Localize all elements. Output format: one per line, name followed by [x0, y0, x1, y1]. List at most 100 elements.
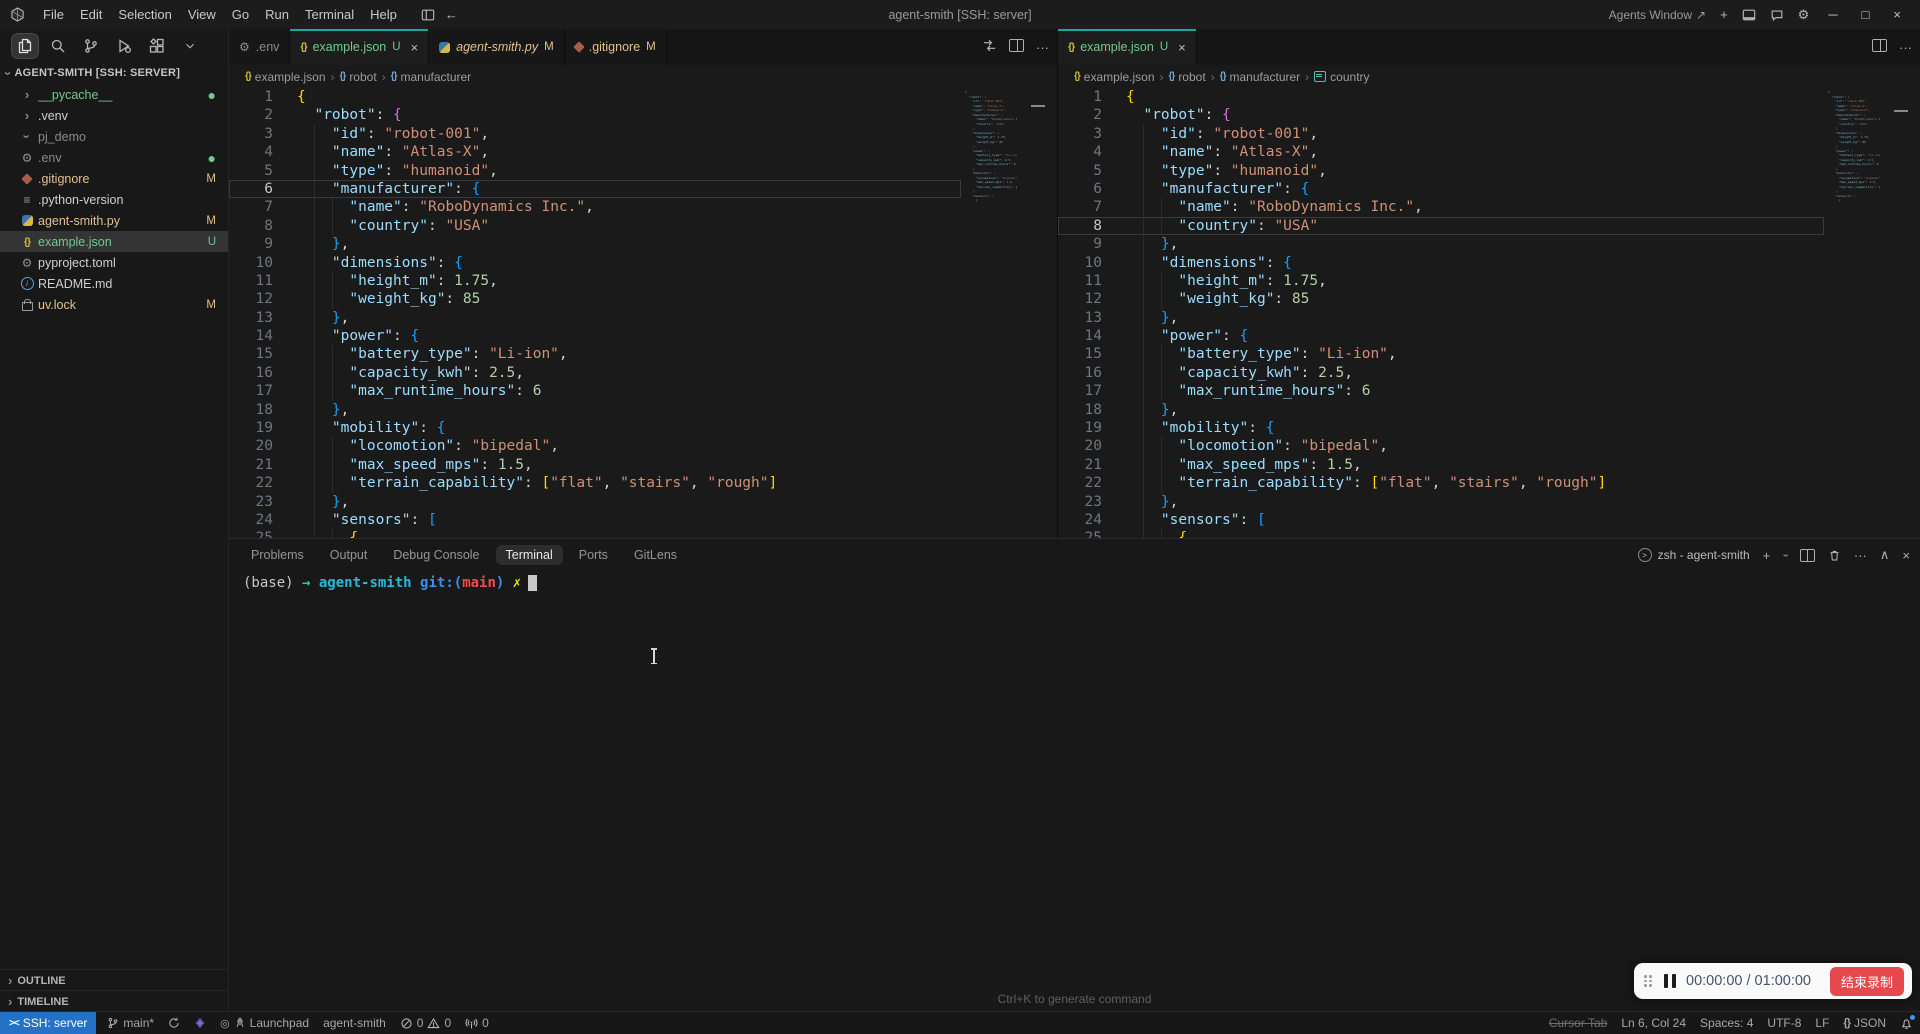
code-line-1[interactable]: 1{: [229, 88, 961, 106]
outline-section[interactable]: › OUTLINE: [0, 969, 228, 991]
code-line-5[interactable]: 5 "type": "humanoid",: [229, 161, 961, 180]
statusbar-cursor-tab[interactable]: Cursor Tab: [1542, 1012, 1614, 1034]
minimap[interactable]: { "robot": { "id": "robot-001", "name": …: [1828, 90, 1880, 203]
breadcrumb-country[interactable]: country: [1314, 70, 1370, 84]
split-editor-action-icon[interactable]: [1872, 39, 1887, 55]
code-line-15[interactable]: 15 "battery_type": "Li-ion",: [229, 345, 961, 364]
drag-handle-icon[interactable]: [1644, 975, 1652, 987]
code-line-12[interactable]: 12 "weight_kg": 85: [1058, 290, 1824, 309]
code-line-14[interactable]: 14 "power": {: [1058, 327, 1824, 346]
explorer-item--python-version[interactable]: ≡ .python-version: [0, 189, 228, 210]
explorer-item--venv[interactable]: › .venv: [0, 105, 228, 126]
panel-tab-problems[interactable]: Problems: [241, 545, 314, 565]
code-line-16[interactable]: 16 "capacity_kwh": 2.5,: [1058, 363, 1824, 383]
split-terminal-icon[interactable]: [1799, 548, 1815, 562]
breadcrumb-manufacturer[interactable]: {} manufacturer: [1220, 70, 1301, 84]
statusbar-repo-name[interactable]: agent-smith: [316, 1012, 393, 1034]
back-button[interactable]: ←: [445, 7, 458, 22]
panel-tab-debug-console[interactable]: Debug Console: [383, 545, 489, 565]
code-line-11[interactable]: 11 "height_m": 1.75,: [229, 271, 961, 291]
code-line-16[interactable]: 16 "capacity_kwh": 2.5,: [229, 363, 961, 383]
statusbar-git-branch[interactable]: main*: [100, 1012, 161, 1034]
close-panel-icon[interactable]: ×: [1902, 548, 1910, 563]
new-terminal-button[interactable]: +: [1763, 548, 1771, 563]
chat-icon[interactable]: [1770, 8, 1784, 22]
activity-extensions-icon[interactable]: [144, 34, 170, 58]
code-line-9[interactable]: 9 },: [229, 235, 961, 254]
explorer-item-pyproject-toml[interactable]: ⚙ pyproject.toml: [0, 252, 228, 273]
panel-tab-gitlens[interactable]: GitLens: [624, 545, 687, 565]
terminal-instance-label[interactable]: > zsh - agent-smith: [1637, 548, 1750, 562]
panel-tab-output[interactable]: Output: [320, 545, 378, 565]
statusbar-cursor-position[interactable]: Ln 6, Col 24: [1614, 1012, 1693, 1034]
close-tab-icon[interactable]: ×: [1178, 40, 1186, 55]
maximize-panel-icon[interactable]: ∧: [1880, 547, 1890, 563]
breadcrumb-robot[interactable]: {} robot: [340, 70, 377, 84]
code-line-11[interactable]: 11 "height_m": 1.75,: [1058, 271, 1824, 291]
kill-terminal-icon[interactable]: [1828, 549, 1841, 562]
code-line-7[interactable]: 7 "name": "RoboDynamics Inc.",: [1058, 198, 1824, 217]
statusbar-ports[interactable]: 0: [458, 1012, 496, 1034]
code-line-18[interactable]: 18 },: [1058, 400, 1824, 420]
code-editor[interactable]: 1{2 "robot": {3 "id": "robot-001", 4 "nam…: [229, 88, 1057, 538]
explorer-item--pycache-[interactable]: › __pycache__ ●: [0, 84, 228, 105]
close-window-button[interactable]: ×: [1888, 7, 1906, 22]
split-editor-action-icon[interactable]: [1009, 39, 1024, 55]
code-line-13[interactable]: 13 },: [229, 308, 961, 328]
more-editor-action-icon[interactable]: ···: [1036, 40, 1049, 55]
pause-recording-button[interactable]: [1664, 974, 1676, 988]
statusbar-sync-changes[interactable]: [161, 1012, 187, 1034]
timeline-section[interactable]: › TIMELINE: [0, 990, 228, 1012]
activity-explorer-icon[interactable]: [12, 33, 38, 58]
code-line-23[interactable]: 23 },: [229, 492, 961, 511]
code-line-3[interactable]: 3 "id": "robot-001",: [229, 124, 961, 144]
code-line-21[interactable]: 21 "max_speed_mps": 1.5,: [1058, 455, 1824, 475]
code-line-6[interactable]: 6 "manufacturer": {: [1058, 179, 1824, 199]
code-line-14[interactable]: 14 "power": {: [229, 327, 961, 346]
agents-window-button[interactable]: Agents Window ↗: [1609, 8, 1706, 22]
minimize-button[interactable]: ─: [1823, 7, 1842, 22]
code-line-2[interactable]: 2 "robot": {: [1058, 106, 1824, 124]
code-line-23[interactable]: 23 },: [1058, 492, 1824, 511]
menu-terminal[interactable]: Terminal: [297, 7, 362, 22]
code-line-25[interactable]: 25 {: [1058, 529, 1824, 538]
code-line-25[interactable]: 25 {: [229, 529, 961, 538]
code-line-10[interactable]: 10 "dimensions": {: [229, 253, 961, 272]
explorer-item-agent-smith-py[interactable]: agent-smith.py M: [0, 210, 228, 231]
terminal[interactable]: (base) → agent-smith git:(main) ✗ Ctrl+K…: [229, 571, 1920, 1012]
code-line-19[interactable]: 19 "mobility": {: [229, 419, 961, 438]
activity-source-control-icon[interactable]: [78, 34, 104, 58]
minimap[interactable]: { "robot": { "id": "robot-001", "name": …: [965, 90, 1017, 203]
breadcrumb-manufacturer[interactable]: {} manufacturer: [391, 70, 472, 84]
more-editor-action-icon[interactable]: ···: [1899, 40, 1912, 55]
code-line-17[interactable]: 17 "max_runtime_hours": 6: [1058, 382, 1824, 401]
tab-example-json[interactable]: {} example.json U ×: [1058, 29, 1197, 65]
code-line-7[interactable]: 7 "name": "RoboDynamics Inc.",: [229, 198, 961, 217]
menu-view[interactable]: View: [180, 7, 224, 22]
statusbar-gitlens[interactable]: [187, 1012, 213, 1034]
code-editor[interactable]: 1{2 "robot": {3 "id": "robot-001", 4 "nam…: [1058, 88, 1920, 538]
code-line-19[interactable]: 19 "mobility": {: [1058, 419, 1824, 438]
terminal-dropdown-icon[interactable]: ›: [1780, 553, 1792, 557]
code-line-4[interactable]: 4 "name": "Atlas-X",: [229, 143, 961, 162]
code-line-4[interactable]: 4 "name": "Atlas-X",: [1058, 143, 1824, 162]
code-line-1[interactable]: 1{: [1058, 88, 1824, 106]
statusbar-indentation[interactable]: Spaces: 4: [1693, 1012, 1760, 1034]
statusbar-language-mode[interactable]: {} JSON: [1836, 1012, 1893, 1034]
statusbar-notifications[interactable]: [1893, 1012, 1920, 1034]
code-line-17[interactable]: 17 "max_runtime_hours": 6: [229, 382, 961, 401]
menu-edit[interactable]: Edit: [72, 7, 110, 22]
stop-recording-button[interactable]: 结束录制: [1829, 966, 1904, 996]
code-line-10[interactable]: 10 "dimensions": {: [1058, 253, 1824, 272]
new-window-button[interactable]: +: [1720, 7, 1728, 22]
code-line-22[interactable]: 22 "terrain_capability": ["flat", "stair…: [229, 474, 961, 493]
compare-editor-action-icon[interactable]: [982, 38, 997, 56]
statusbar-problems[interactable]: 00: [393, 1012, 458, 1034]
menu-file[interactable]: File: [35, 7, 72, 22]
statusbar-encoding[interactable]: UTF-8: [1760, 1012, 1808, 1034]
panel-tab-terminal[interactable]: Terminal: [495, 545, 563, 565]
activity-more-chevron-icon[interactable]: [177, 34, 203, 58]
settings-gear-icon[interactable]: ⚙: [1798, 7, 1810, 23]
explorer-item--env[interactable]: ⚙ .env ●: [0, 147, 228, 168]
code-line-20[interactable]: 20 "locomotion": "bipedal",: [229, 437, 961, 456]
